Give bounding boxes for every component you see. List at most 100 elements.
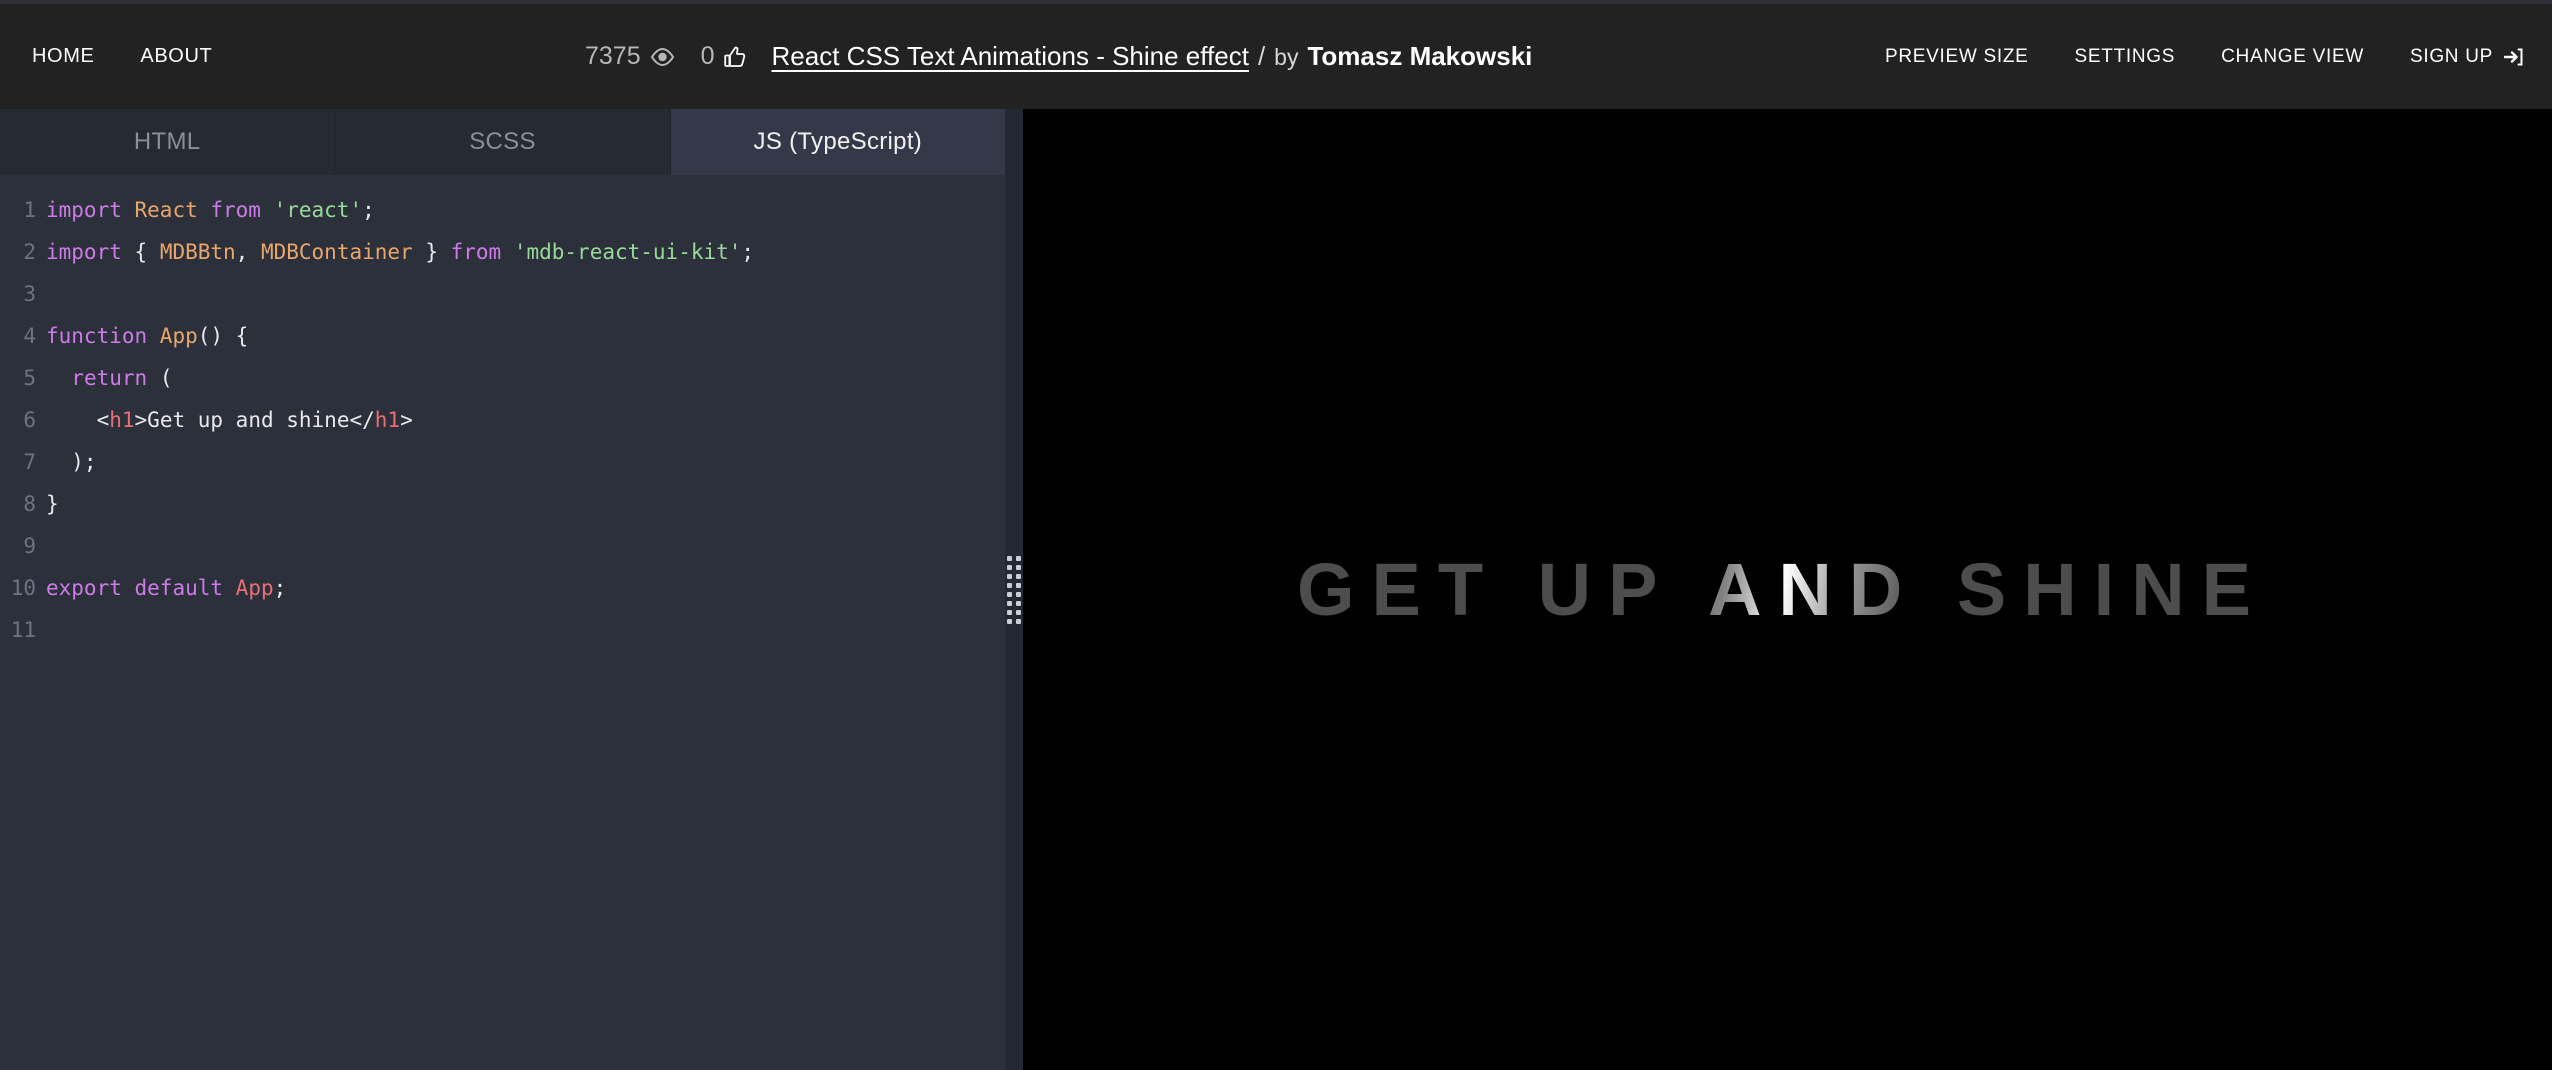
code-token: from <box>450 240 514 264</box>
line-content: import React from 'react'; <box>46 189 375 231</box>
code-token: </ <box>349 408 375 432</box>
code-token: ; <box>273 576 287 600</box>
line-content: <h1>Get up and shine</h1> <box>46 399 413 441</box>
code-token: ); <box>46 450 97 474</box>
code-token: return <box>71 366 160 390</box>
code-token: App <box>159 324 198 348</box>
code-token: React <box>134 198 211 222</box>
code-line: 8} <box>0 483 1005 525</box>
header-center-block: 7375 0 React CSS Text Animations - Shine… <box>585 4 1532 109</box>
code-token: import <box>46 198 135 222</box>
code-line: 11 <box>0 609 1005 651</box>
line-content: } <box>46 483 59 525</box>
preview-shine-heading: GET UP AND SHINE <box>1297 548 2268 631</box>
header-right-nav: PREVIEW SIZE SETTINGS CHANGE VIEW SIGN U… <box>1885 4 2524 109</box>
preview-pane: GET UP AND SHINE <box>1023 109 2552 1070</box>
code-line: 10 export default App; <box>0 567 1005 609</box>
code-token: , <box>235 240 261 264</box>
editor-pane: HTML SCSS JS (TypeScript) 1 import React … <box>0 109 1005 1070</box>
code-line: 1 import React from 'react'; <box>0 189 1005 231</box>
code-line: 4 function App() { <box>0 315 1005 357</box>
code-token: > <box>134 408 148 432</box>
nav-preview-size[interactable]: PREVIEW SIZE <box>1885 46 2029 68</box>
tab-scss[interactable]: SCSS <box>335 109 671 175</box>
header-left-nav: HOME ABOUT <box>0 45 212 68</box>
nav-about[interactable]: ABOUT <box>140 45 212 68</box>
code-token: } <box>412 240 451 264</box>
views-count: 7375 <box>585 42 641 70</box>
line-content: function App() { <box>46 315 248 357</box>
code-token: export <box>46 576 135 600</box>
drag-handle-dot <box>1007 618 1012 624</box>
code-line: 9 <box>0 525 1005 567</box>
line-content: import { MDBBtn, MDBContainer } from 'md… <box>46 231 754 273</box>
pane-resize-gutter[interactable] <box>1005 109 1023 1070</box>
tab-html[interactable]: HTML <box>0 109 336 175</box>
line-number: 6 <box>23 408 36 432</box>
drag-handle-dot <box>1007 573 1012 579</box>
drag-handle-dot <box>1016 600 1021 606</box>
line-number: 10 <box>10 576 36 600</box>
line-number: 5 <box>23 366 36 390</box>
code-token: () { <box>197 324 249 348</box>
loves-stat: 0 <box>701 42 746 71</box>
code-token: import <box>46 240 135 264</box>
drag-handle-dot <box>1016 609 1021 615</box>
code-token: ; <box>362 198 375 222</box>
code-line: 5 return ( <box>0 357 1005 399</box>
pen-title-link[interactable]: React CSS Text Animations - Shine effect <box>772 41 1249 72</box>
drag-handle-dot <box>1016 573 1021 579</box>
views-stat: 7375 <box>585 42 675 71</box>
code-token: default <box>134 576 236 600</box>
code-token: function <box>46 324 160 348</box>
loves-count: 0 <box>700 42 715 70</box>
code-line: 6 <h1>Get up and shine</h1> <box>0 399 1005 441</box>
nav-home[interactable]: HOME <box>32 45 94 68</box>
drag-handle-dot <box>1007 564 1012 570</box>
nav-change-view[interactable]: CHANGE VIEW <box>2221 46 2364 68</box>
code-token: MDBContainer <box>260 240 413 264</box>
top-header-bar: HOME ABOUT 7375 0 React CSS Text Animati… <box>0 4 2552 109</box>
code-token: Get up and shine <box>147 408 350 432</box>
title-separator: / <box>1257 41 1266 71</box>
line-number: 8 <box>23 492 36 516</box>
line-number: 2 <box>23 240 36 264</box>
codepen-editor-app: HOME ABOUT 7375 0 React CSS Text Animati… <box>0 0 2552 1070</box>
drag-handle-icon[interactable] <box>1007 555 1021 624</box>
line-number: 1 <box>23 198 36 222</box>
sign-in-arrow-icon <box>2504 48 2524 66</box>
eye-icon <box>650 47 675 66</box>
line-number: 7 <box>23 450 36 474</box>
line-number: 4 <box>23 324 36 348</box>
drag-handle-dot <box>1007 591 1012 597</box>
editor-tab-bar: HTML SCSS JS (TypeScript) <box>0 109 1005 175</box>
code-line: 7 ); <box>0 441 1005 483</box>
line-number: 11 <box>10 618 36 642</box>
thumbs-up-icon[interactable] <box>723 46 746 68</box>
code-token: } <box>46 492 59 516</box>
code-token: App <box>235 576 274 600</box>
code-token: from <box>210 198 274 222</box>
code-token: < <box>46 408 110 432</box>
pen-title-block: React CSS Text Animations - Shine effect… <box>772 41 1533 72</box>
code-editor-area[interactable]: 1 import React from 'react'; 2 import { MDB… <box>0 175 1005 1070</box>
code-token: > <box>400 408 413 432</box>
line-number: 9 <box>23 534 36 558</box>
tab-js-typescript[interactable]: JS (TypeScript) <box>670 109 1005 175</box>
editor-preview-split: HTML SCSS JS (TypeScript) 1 import React … <box>0 109 2552 1070</box>
code-token: ; <box>741 240 755 264</box>
sign-up-button[interactable]: SIGN UP <box>2410 46 2524 68</box>
drag-handle-dot <box>1007 609 1012 615</box>
drag-handle-dot <box>1007 555 1012 561</box>
line-number: 3 <box>23 282 36 306</box>
author-link[interactable]: Tomasz Makowski <box>1307 41 1532 72</box>
nav-settings[interactable]: SETTINGS <box>2075 46 2176 68</box>
code-token: h1 <box>109 408 135 432</box>
drag-handle-dot <box>1016 582 1021 588</box>
code-token: ( <box>159 366 173 390</box>
drag-handle-dot <box>1007 600 1012 606</box>
line-content: export default App; <box>46 567 286 609</box>
code-line: 3 <box>0 273 1005 315</box>
drag-handle-dot <box>1016 564 1021 570</box>
